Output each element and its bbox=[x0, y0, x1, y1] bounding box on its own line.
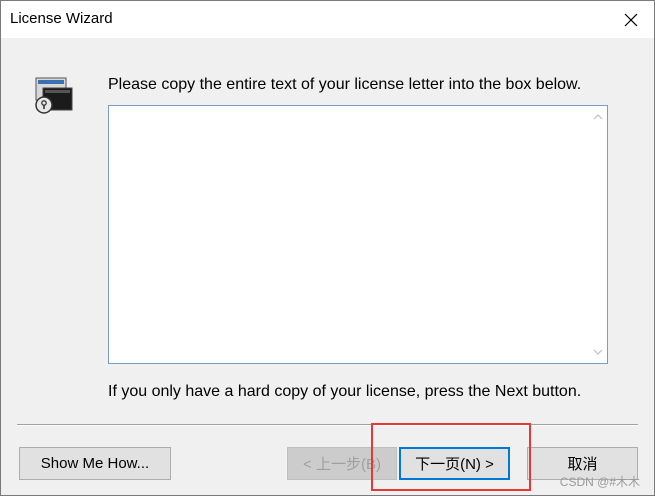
license-text-input[interactable] bbox=[108, 105, 608, 364]
annotation-highlight bbox=[371, 423, 531, 491]
license-wizard-icon bbox=[35, 77, 73, 114]
show-me-how-button[interactable]: Show Me How... bbox=[19, 447, 171, 480]
close-icon bbox=[624, 13, 638, 26]
instruction-text: Please copy the entire text of your lice… bbox=[108, 76, 582, 93]
title-bar: License Wizard bbox=[1, 1, 654, 38]
vertical-scrollbar[interactable] bbox=[589, 106, 607, 363]
hint-text: If you only have a hard copy of your lic… bbox=[108, 383, 582, 400]
scroll-up-button[interactable] bbox=[589, 108, 607, 126]
separator-line bbox=[17, 424, 638, 426]
close-button[interactable] bbox=[608, 1, 654, 38]
watermark: CSDN @#木木 bbox=[559, 475, 640, 489]
scroll-down-button[interactable] bbox=[589, 343, 607, 361]
window-title: License Wizard bbox=[10, 10, 113, 27]
scroll-up-arrow-icon bbox=[593, 114, 603, 120]
license-wizard-dialog: License Wizard Please copy the entire te… bbox=[0, 0, 655, 496]
scroll-down-arrow-icon bbox=[593, 349, 603, 355]
